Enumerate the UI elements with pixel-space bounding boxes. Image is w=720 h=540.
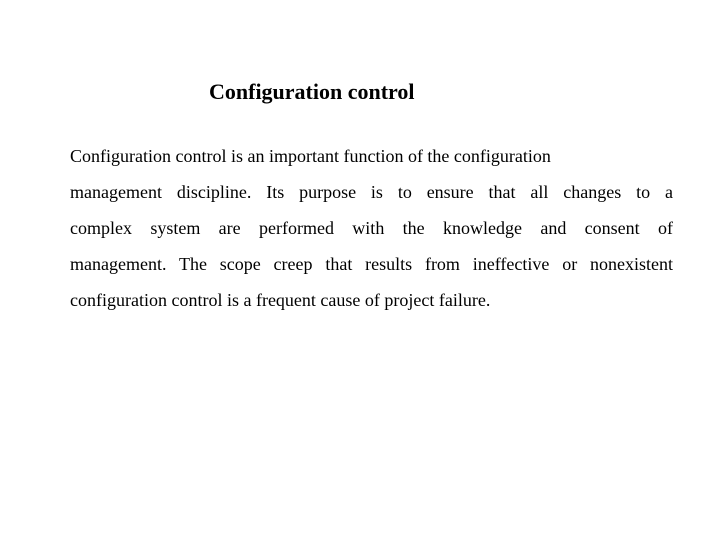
body-line: complex system are performed with the kn… <box>70 218 673 238</box>
body-line: management discipline. Its purpose is to… <box>70 182 673 202</box>
body-line: Configuration control is an important fu… <box>70 146 551 166</box>
slide-title: Configuration control <box>209 79 415 104</box>
body-paragraph: Configuration control is an important fu… <box>70 138 673 318</box>
body-line: configuration control is a frequent caus… <box>70 290 491 310</box>
body-line: management. The scope creep that results… <box>70 254 673 274</box>
slide: Configuration control Configuration cont… <box>0 0 720 540</box>
